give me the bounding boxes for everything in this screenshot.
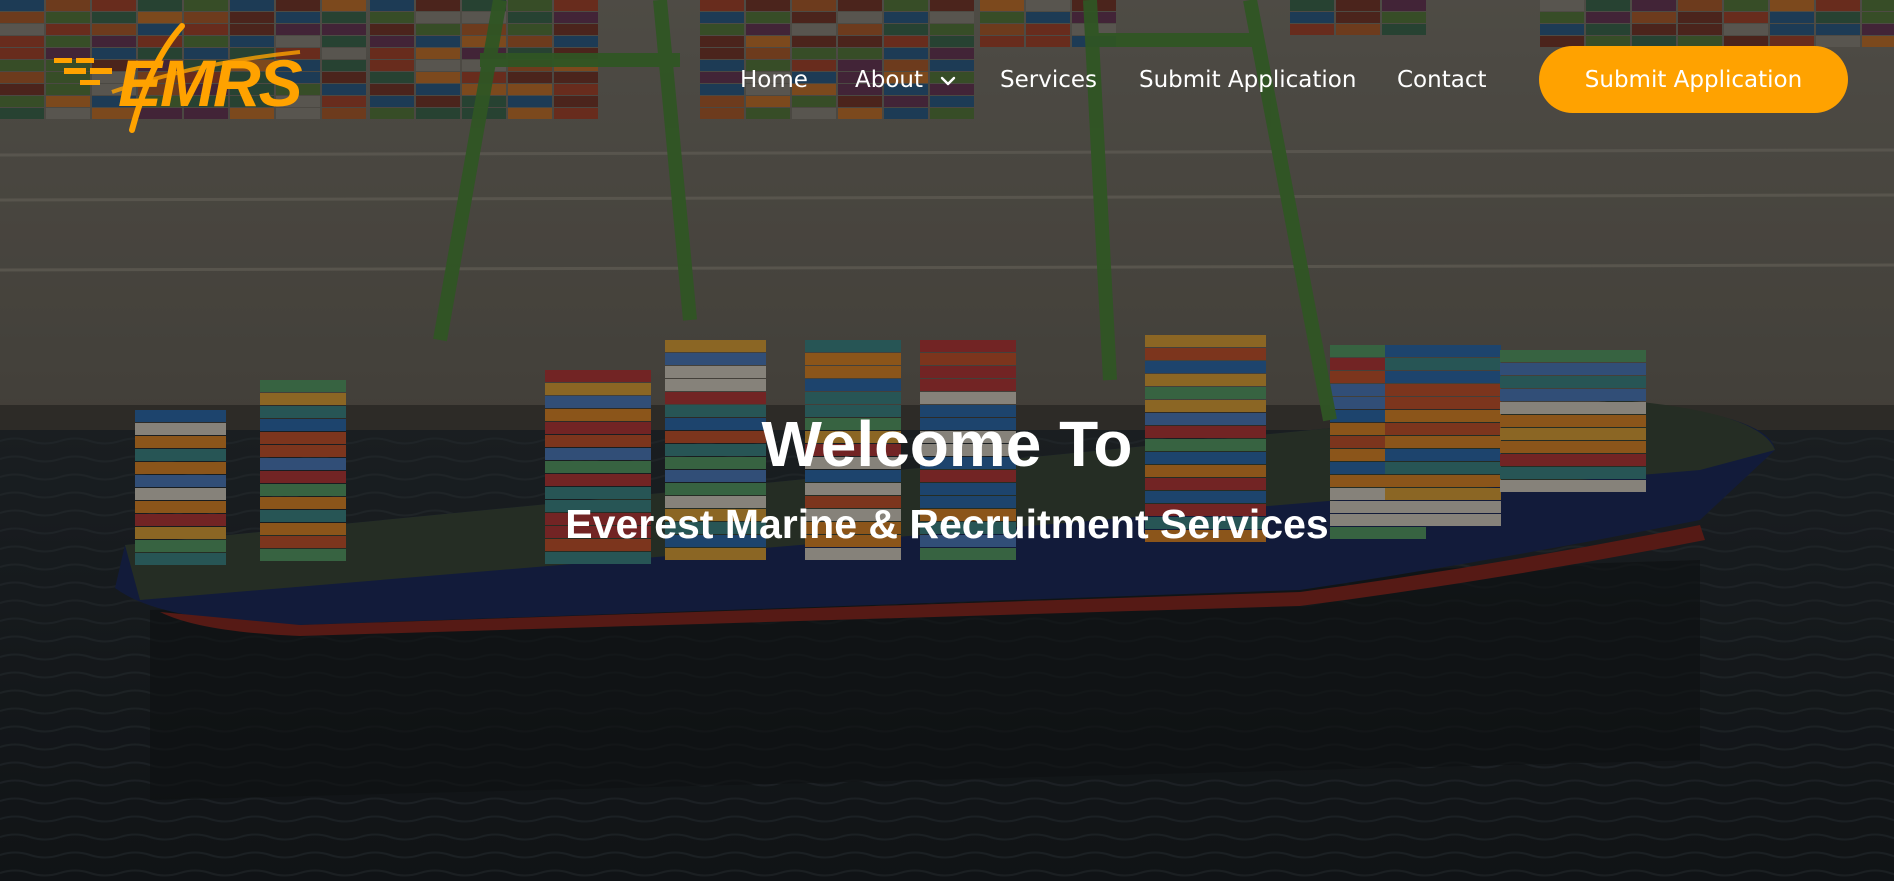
logo[interactable]: EMRS [50,22,310,142]
chevron-down-icon [941,76,956,85]
hero-title: Welcome To [761,408,1133,480]
nav-contact-label: Contact [1397,67,1487,93]
nav-submit-application[interactable]: Submit Application [1139,62,1356,98]
logo-text: EMRS [118,46,303,120]
submit-application-button[interactable]: Submit Application [1539,46,1848,113]
nav-about[interactable]: About [855,62,956,98]
nav-services[interactable]: Services [1000,62,1097,98]
nav-home[interactable]: Home [740,62,808,98]
nav-services-label: Services [1000,67,1097,93]
nav-contact[interactable]: Contact [1397,62,1486,98]
nav-about-label: About [855,67,924,93]
nav-home-label: Home [740,67,808,93]
nav-submit-application-label: Submit Application [1139,67,1357,93]
hero-subtitle: Everest Marine & Recruitment Services [565,501,1329,547]
